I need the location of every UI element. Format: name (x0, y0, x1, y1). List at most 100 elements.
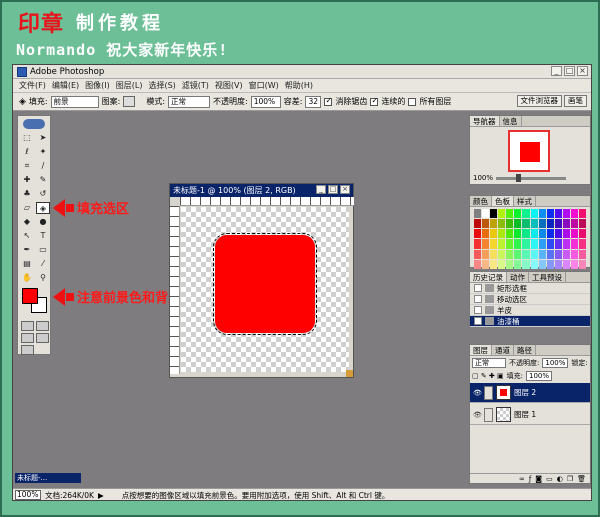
color-swatch[interactable] (474, 259, 482, 269)
color-swatch[interactable] (522, 209, 530, 219)
color-swatch[interactable] (498, 209, 506, 219)
menu-filter[interactable]: 滤镜(T) (182, 80, 209, 91)
navigator-zoom-value[interactable]: 100% (473, 174, 493, 182)
history-brush-tool-icon[interactable]: ↺ (36, 188, 50, 200)
tab-layers[interactable]: 图层 (470, 345, 492, 355)
doc-minimize-button[interactable]: _ (316, 185, 326, 194)
resize-handle[interactable] (346, 370, 353, 377)
lock-icons[interactable]: ▢ ✎ ✚ ▣ (472, 372, 504, 380)
color-swatch[interactable] (490, 239, 498, 249)
brush-tool-icon[interactable]: ✎ (36, 174, 50, 186)
tab-swatches[interactable]: 色板 (492, 196, 514, 206)
color-swatch[interactable] (530, 209, 538, 219)
color-swatch[interactable] (538, 239, 546, 249)
color-swatch[interactable] (554, 259, 562, 269)
color-swatch[interactable] (562, 259, 570, 269)
magic-wand-tool-icon[interactable]: ✦ (36, 146, 50, 158)
menu-window[interactable]: 窗口(W) (249, 80, 279, 91)
color-swatch[interactable] (482, 259, 490, 269)
color-swatch[interactable] (562, 209, 570, 219)
color-swatch[interactable] (538, 249, 546, 259)
color-swatch[interactable] (570, 239, 578, 249)
foreground-color-swatch[interactable] (22, 288, 38, 304)
color-swatch[interactable] (562, 239, 570, 249)
all-layers-checkbox[interactable] (408, 97, 417, 106)
blend-mode-select[interactable]: 正常 (472, 358, 506, 368)
color-swatch[interactable] (522, 229, 530, 239)
zoom-tool-icon[interactable]: ⚲ (36, 272, 50, 284)
color-swatch[interactable] (546, 229, 554, 239)
trash-icon[interactable]: 🗑 (577, 474, 586, 483)
well-tab-file-browser[interactable]: 文件浏览器 (516, 95, 562, 107)
color-swatch[interactable] (490, 259, 498, 269)
mask-icon[interactable]: ◙ (535, 474, 542, 483)
pattern-picker[interactable] (123, 96, 136, 107)
color-swatch[interactable] (498, 249, 506, 259)
maximize-button[interactable]: □ (564, 66, 575, 76)
color-swatch[interactable] (474, 219, 482, 229)
paint-bucket-tool-icon[interactable]: ◈ (19, 97, 26, 107)
tab-actions[interactable]: 动作 (507, 272, 529, 282)
eraser-tool-icon[interactable]: ▱ (20, 202, 34, 214)
menu-layer[interactable]: 图层(L) (116, 80, 143, 91)
color-swatch[interactable] (474, 249, 482, 259)
history-item[interactable]: 矩形选框 (470, 283, 590, 294)
color-swatch[interactable] (570, 229, 578, 239)
clone-stamp-tool-icon[interactable]: ♣ (20, 188, 34, 200)
color-swatch[interactable] (554, 239, 562, 249)
color-swatch[interactable] (554, 209, 562, 219)
color-swatch[interactable] (522, 249, 530, 259)
color-swatch[interactable] (498, 219, 506, 229)
well-tab-brushes[interactable]: 画笔 (564, 95, 587, 107)
history-item[interactable]: 羊皮 (470, 305, 590, 316)
menu-file[interactable]: 文件(F) (19, 80, 46, 91)
eye-icon[interactable]: 👁 (473, 389, 482, 397)
healing-brush-tool-icon[interactable]: ✚ (20, 174, 34, 186)
color-swatch[interactable] (522, 239, 530, 249)
color-swatch[interactable] (482, 209, 490, 219)
antialias-checkbox[interactable] (324, 96, 333, 106)
menu-image[interactable]: 图像(I) (85, 80, 110, 91)
color-swatch[interactable] (506, 229, 514, 239)
color-swatch[interactable] (514, 239, 522, 249)
type-tool-icon[interactable]: T (36, 230, 50, 242)
tab-tool-presets[interactable]: 工具预设 (529, 272, 566, 282)
layer-fill-input[interactable]: 100% (526, 371, 552, 381)
layer-style-icon[interactable]: ƒ (529, 474, 531, 483)
color-swatch[interactable] (554, 249, 562, 259)
color-swatch[interactable] (514, 209, 522, 219)
doc-maximize-button[interactable]: □ (328, 185, 338, 194)
color-swatch[interactable] (546, 219, 554, 229)
quick-mask-button[interactable] (36, 321, 49, 331)
color-swatch[interactable] (482, 229, 490, 239)
status-arrow-icon[interactable]: ▶ (98, 491, 104, 500)
tab-navigator[interactable]: 导航器 (470, 116, 500, 126)
color-swatch[interactable] (578, 209, 586, 219)
color-swatch[interactable] (538, 209, 546, 219)
dodge-tool-icon[interactable]: ● (36, 216, 50, 228)
marquee-tool-icon[interactable]: ⬚ (20, 132, 34, 144)
new-group-icon[interactable]: ▭ (546, 474, 553, 483)
color-swatch[interactable] (522, 219, 530, 229)
navigator-thumbnail[interactable] (508, 130, 550, 172)
color-swatch[interactable] (570, 259, 578, 269)
color-swatch[interactable] (490, 209, 498, 219)
color-swatch[interactable] (490, 229, 498, 239)
tab-info[interactable]: 信息 (500, 116, 522, 126)
color-swatch[interactable] (546, 249, 554, 259)
navigator-zoom-slider[interactable] (496, 173, 567, 182)
eyedropper-tool-icon[interactable]: ⁄ (36, 258, 50, 270)
color-swatch[interactable] (530, 239, 538, 249)
layer-row[interactable]: 👁 图层 1 (470, 405, 590, 425)
tab-channels[interactable]: 通道 (492, 345, 514, 355)
screen-mode-2-button[interactable] (36, 333, 49, 343)
slice-tool-icon[interactable]: ∕ (36, 160, 50, 172)
color-swatch[interactable] (506, 259, 514, 269)
color-swatch[interactable] (570, 249, 578, 259)
color-swatch[interactable] (538, 219, 546, 229)
color-swatch[interactable] (522, 259, 530, 269)
color-swatch[interactable] (538, 229, 546, 239)
color-swatch[interactable] (514, 259, 522, 269)
lasso-tool-icon[interactable]: ℓ (20, 146, 34, 158)
color-swatch[interactable] (562, 249, 570, 259)
